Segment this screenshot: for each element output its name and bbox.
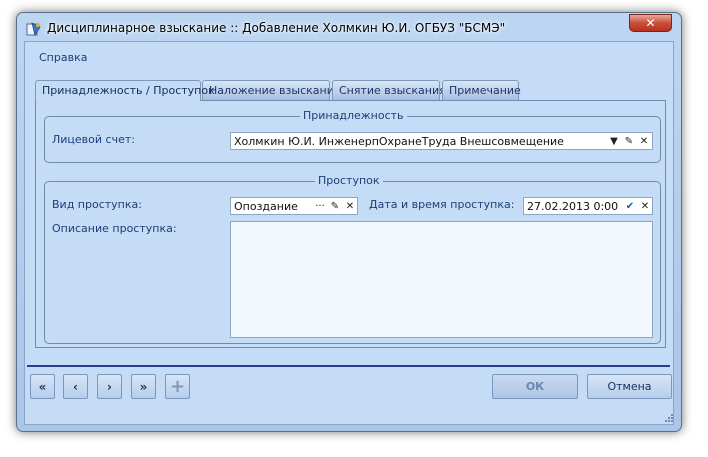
- account-label: Лицевой счет:: [52, 133, 135, 146]
- clear-icon[interactable]: ✕: [637, 134, 651, 149]
- offense-group-title: Проступок: [315, 174, 383, 187]
- edit-icon[interactable]: ✎: [622, 134, 636, 149]
- offense-datetime-label: Дата и время проступка:: [369, 198, 515, 211]
- tab-note[interactable]: Примечание: [442, 80, 521, 100]
- offense-datetime-value: 27.02.2013 0:00: [527, 200, 619, 213]
- tab-penalty-imposition[interactable]: Наложение взыскания: [202, 80, 340, 100]
- title-bar[interactable]: Дисциплинарное взыскание :: Добавление Х…: [17, 13, 681, 41]
- edit-icon[interactable]: ✎: [328, 199, 342, 214]
- belonging-group: Принадлежность Лицевой счет: Холмкин Ю.И…: [44, 109, 661, 163]
- offense-type-value: Опоздание: [234, 200, 298, 213]
- offense-description-label: Описание проступка:: [52, 222, 177, 235]
- account-value: Холмкин Ю.И. ИнженерпОхранеТруда Внешсов…: [234, 135, 564, 148]
- prev-record-button[interactable]: ‹: [63, 374, 88, 399]
- double-chevron-left-icon: «: [38, 379, 47, 394]
- confirm-icon[interactable]: ✔: [623, 199, 637, 214]
- close-icon: ✕: [645, 16, 656, 30]
- last-record-button[interactable]: »: [131, 374, 156, 399]
- add-record-button[interactable]: +: [165, 374, 190, 399]
- close-button[interactable]: ✕: [629, 14, 672, 32]
- plus-icon: +: [169, 376, 186, 397]
- clear-icon[interactable]: ✕: [638, 199, 652, 214]
- menu-help[interactable]: Справка: [39, 51, 87, 64]
- double-chevron-right-icon: »: [139, 379, 148, 394]
- first-record-button[interactable]: «: [30, 374, 55, 399]
- next-record-button[interactable]: ›: [97, 374, 122, 399]
- cancel-button-label: Отмена: [607, 380, 652, 393]
- tab-penalty-removal[interactable]: Снятие взыскания: [332, 80, 446, 100]
- dropdown-icon[interactable]: ▼: [607, 134, 621, 149]
- chevron-right-icon: ›: [107, 379, 112, 394]
- clear-icon[interactable]: ✕: [343, 199, 357, 214]
- chevron-left-icon: ‹: [73, 379, 78, 394]
- offense-description-field[interactable]: [230, 221, 653, 338]
- tab-belonging-offense[interactable]: Принадлежность / Проступок: [35, 80, 215, 101]
- offense-group: Проступок Вид проступка: Опоздание ··· ✎…: [44, 174, 661, 344]
- cancel-button[interactable]: Отмена: [587, 374, 672, 399]
- window-title: Дисциплинарное взыскание :: Добавление Х…: [47, 21, 506, 35]
- bottom-separator: [27, 365, 670, 367]
- offense-type-label: Вид проступка:: [52, 198, 142, 211]
- app-icon: [26, 22, 41, 37]
- account-field[interactable]: Холмкин Ю.И. ИнженерпОхранеТруда Внешсов…: [230, 132, 653, 150]
- belonging-group-title: Принадлежность: [300, 109, 407, 122]
- ellipsis-icon[interactable]: ···: [313, 199, 327, 214]
- tab-page: Принадлежность Лицевой счет: Холмкин Ю.И…: [35, 100, 666, 348]
- resize-grip-icon[interactable]: [664, 413, 674, 423]
- ok-button-label: ОК: [525, 380, 545, 393]
- ok-button[interactable]: ОК: [492, 374, 578, 399]
